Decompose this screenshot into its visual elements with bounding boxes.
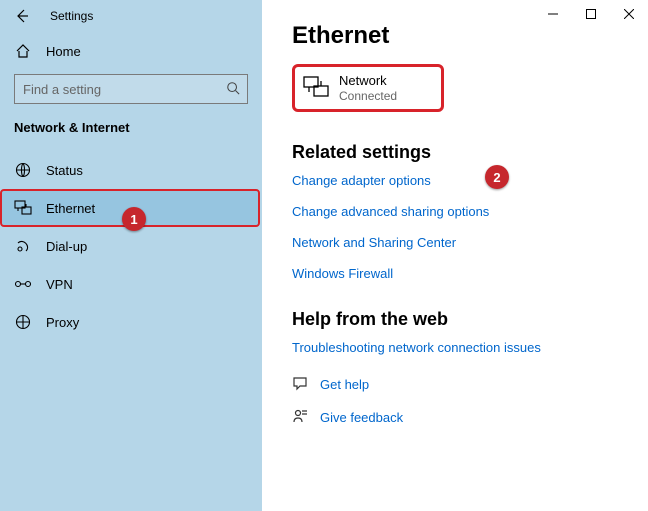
callout-badge-2: 2 [485,165,509,189]
dialup-icon [14,238,32,254]
titlebar: Settings [0,0,262,32]
nav-item-status[interactable]: Status [0,151,262,189]
ethernet-icon [303,76,329,101]
help-heading: Help from the web [292,309,648,330]
window-title: Settings [50,9,93,23]
home-icon [14,43,32,59]
link-adapter-options[interactable]: Change adapter options [292,173,648,188]
back-button[interactable] [6,0,38,32]
nav-item-dialup[interactable]: Dial-up [0,227,262,265]
network-name: Network [339,73,397,89]
get-help-link[interactable]: Get help [320,377,369,392]
related-heading: Related settings [292,142,648,163]
search-wrap [14,74,248,104]
nav: Status Ethernet Dial-up VPN Proxy [0,151,262,341]
nav-label: Ethernet [46,201,95,216]
nav-label: VPN [46,277,73,292]
link-network-center[interactable]: Network and Sharing Center [292,235,648,250]
link-sharing-options[interactable]: Change advanced sharing options [292,204,648,219]
window-controls [534,0,648,28]
callout-badge-1: 1 [122,207,146,231]
nav-label: Status [46,163,83,178]
get-help-row[interactable]: Get help [292,375,648,394]
feedback-row[interactable]: Give feedback [292,408,648,427]
network-card[interactable]: Network Connected 2 [292,64,444,112]
nav-label: Dial-up [46,239,87,254]
search-input[interactable] [14,74,248,104]
section-heading: Network & Internet [0,114,262,147]
home-label: Home [46,44,81,59]
link-troubleshooting[interactable]: Troubleshooting network connection issue… [292,340,648,355]
close-button[interactable] [610,0,648,28]
vpn-icon [14,276,32,292]
maximize-button[interactable] [572,0,610,28]
nav-item-proxy[interactable]: Proxy [0,303,262,341]
sidebar: Settings Home Network & Internet Status … [0,0,262,511]
proxy-icon [14,314,32,330]
link-windows-firewall[interactable]: Windows Firewall [292,266,648,281]
feedback-link[interactable]: Give feedback [320,410,403,425]
nav-item-vpn[interactable]: VPN [0,265,262,303]
main-content: Ethernet Network Connected 2 Related set… [262,0,648,511]
help-icon [292,375,308,394]
minimize-button[interactable] [534,0,572,28]
network-status: Connected [339,89,397,103]
globe-icon [14,162,32,178]
ethernet-icon [14,200,32,216]
search-icon [226,81,240,98]
feedback-icon [292,408,308,427]
home-item[interactable]: Home [0,32,262,70]
network-text: Network Connected [339,73,397,103]
nav-label: Proxy [46,315,79,330]
